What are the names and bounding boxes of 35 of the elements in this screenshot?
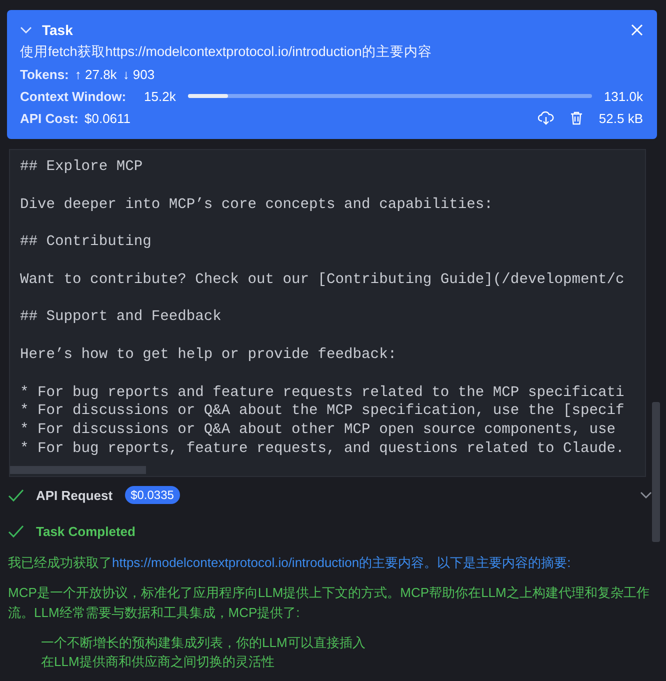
code-line: Want to contribute? Check out our [Contributing Guide](/development/c bbox=[20, 270, 626, 290]
answer-intro: 我已经成功获取了https://modelcontextprotocol.io/introduction的主要内容。以下是主要内容的摘要: bbox=[8, 554, 572, 572]
list-item: 在LLM提供商和供应商之间切换的灵活性 bbox=[41, 653, 276, 671]
code-line: ## Explore MCP bbox=[20, 158, 144, 177]
code-line: * For discussions or Q&A about the MCP specification, use the [specif bbox=[20, 402, 626, 422]
task-size: 52.5 kB bbox=[598, 110, 643, 126]
code-line: * For bug reports and feature requests related to the MCP specificati bbox=[20, 384, 626, 402]
api-request-label[interactable]: API Request bbox=[36, 488, 113, 502]
code-line: ## Contributing bbox=[20, 233, 152, 252]
tokens-label: Tokens: bbox=[20, 66, 69, 82]
code-line: ## Support and Feedback bbox=[20, 308, 222, 328]
trash-icon[interactable] bbox=[570, 111, 583, 125]
chevron-down-icon[interactable] bbox=[640, 491, 652, 499]
answer-paragraph: MCP是一个开放协议，标准化了应用程序向LLM提供上下文的方式。MCP帮助你在LLM之上构建代理和复杂工作流。LLM经常需要与数据和工具集成，MCP提供了: bbox=[8, 584, 650, 622]
api-cost-value: $0.0611 bbox=[84, 110, 131, 126]
task-title: Task bbox=[42, 22, 73, 38]
code-line: * For bug reports, feature requests, and questions related to Claude. bbox=[20, 440, 626, 459]
api-cost-label: API Cost: bbox=[20, 110, 78, 126]
list-item: 一个不断增长的预构建集成列表，你的LLM可以直接插入 bbox=[41, 634, 366, 652]
task-description: 使用fetch获取https://modelcontextprotocol.io/introduction的主要内容 bbox=[20, 43, 433, 61]
cost-badge: $0.0335 bbox=[124, 486, 180, 504]
context-window-label: Context Window: bbox=[20, 88, 126, 104]
code-line: Here’s how to get help or provide feedback: bbox=[20, 346, 398, 365]
task-completed-label: Task Completed bbox=[36, 524, 136, 538]
context-total: 131.0k bbox=[604, 88, 643, 104]
code-line: * For discussions or Q&A about other MCP open source components, use bbox=[20, 421, 617, 440]
horizontal-scrollbar[interactable] bbox=[10, 466, 146, 474]
code-line: Dive deeper into MCP’s core concepts and capabilities: bbox=[20, 196, 494, 214]
scrollbar[interactable] bbox=[652, 402, 660, 542]
tokens-out: ↓ 903 bbox=[122, 66, 155, 82]
link[interactable]: https://modelcontextprotocol.io/introduction bbox=[112, 555, 360, 570]
close-button[interactable] bbox=[631, 24, 643, 36]
context-used: 15.2k bbox=[144, 88, 176, 104]
tokens-in: ↑ 27.8k bbox=[74, 66, 117, 82]
cloud-download-icon[interactable] bbox=[538, 111, 554, 125]
